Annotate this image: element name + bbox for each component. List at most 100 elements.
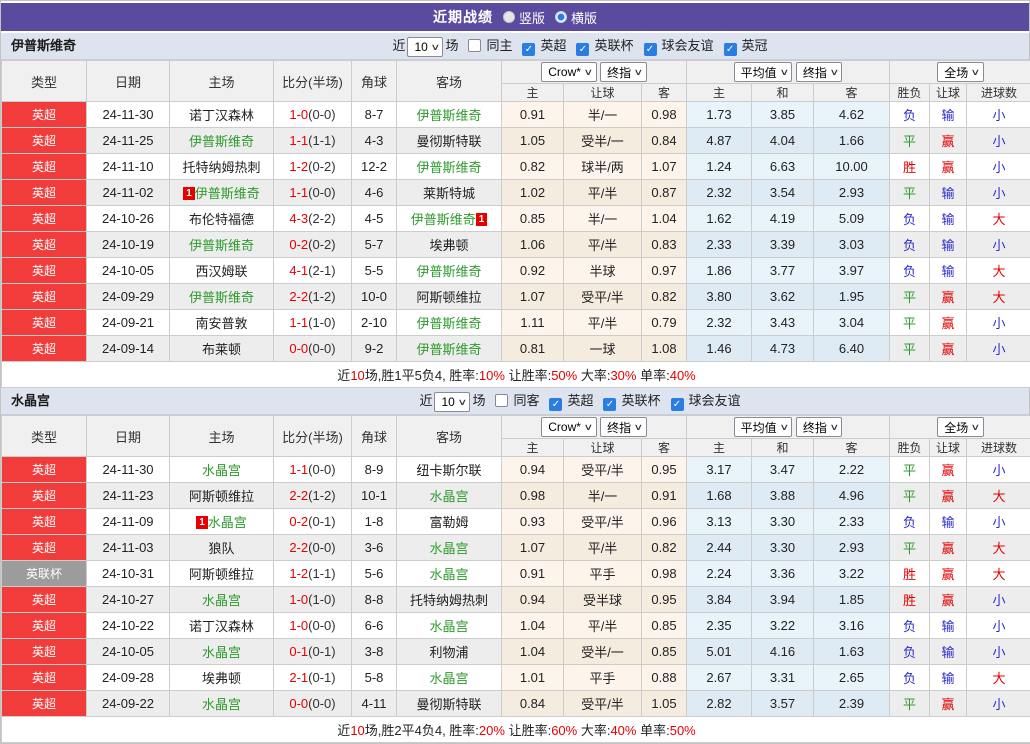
fulltime-score: 2-2 <box>289 488 308 503</box>
league-checkbox[interactable]: ✓ <box>576 43 589 56</box>
avg-draw: 3.22 <box>752 613 814 639</box>
recent-results-panel: 近期战绩 竖版 横版 伊普斯维奇 近10∨场同主✓英超✓英联杯✓球会友谊✓英冠 … <box>0 0 1030 744</box>
league-checkbox[interactable]: ✓ <box>522 43 535 56</box>
col-type: 类型 <box>2 61 87 102</box>
halftime-score: (0-2) <box>308 237 335 252</box>
chevron-down-icon: ∨ <box>457 389 467 415</box>
avg-away: 3.22 <box>814 561 890 587</box>
average-stage-select[interactable]: 终指∨ <box>796 417 843 437</box>
summary-value: 40% <box>610 723 636 738</box>
league-checkbox[interactable]: ✓ <box>603 398 616 411</box>
corner-score: 5-6 <box>352 561 397 587</box>
odds-handicap: 半球 <box>564 258 642 284</box>
recent-count-select-value: 10 <box>414 34 427 60</box>
result-goals: 小 <box>967 639 1030 665</box>
league-checkbox[interactable]: ✓ <box>549 398 562 411</box>
match-type-badge: 英超 <box>2 232 87 258</box>
team-label: 埃弗顿 <box>429 238 468 253</box>
match-type-badge: 英超 <box>2 284 87 310</box>
odds-away: 0.91 <box>642 483 687 509</box>
corner-score: 4-5 <box>352 206 397 232</box>
layout-radio-vertical[interactable]: 竖版 <box>503 8 545 27</box>
sub-col-odds-away: 客 <box>642 439 687 457</box>
match-row: 英超24-10-19伊普斯维奇0-2(0-2)5-7埃弗顿1.06平/半0.83… <box>2 232 1030 258</box>
bookmaker-select[interactable]: Crow*∨ <box>541 62 596 82</box>
radio-unchecked-icon[interactable] <box>503 11 515 23</box>
home-team-cell: 水晶宫 <box>170 691 274 717</box>
team-name: 水晶宫 <box>11 388 50 414</box>
result-goals: 大 <box>967 258 1030 284</box>
result-goals: 小 <box>967 154 1030 180</box>
average-select[interactable]: 平均值∨ <box>734 62 793 82</box>
average-select[interactable]: 平均值∨ <box>734 417 793 437</box>
avg-draw: 4.19 <box>752 206 814 232</box>
bookmaker-select[interactable]: Crow*∨ <box>541 417 596 437</box>
league-checkbox[interactable]: ✓ <box>724 43 737 56</box>
odds-stage-select[interactable]: 终指∨ <box>600 417 647 437</box>
avg-home: 2.33 <box>687 232 752 258</box>
result-goals: 大 <box>967 561 1030 587</box>
odds-stage-select[interactable]: 终指∨ <box>600 62 647 82</box>
layout-radio-horizontal[interactable]: 横版 <box>555 8 597 27</box>
table-header: 类型 日期 主场 比分(半场) 角球 客场 Crow*∨ 终指∨ 平均值∨ 终指… <box>2 416 1030 457</box>
corner-score: 4-3 <box>352 128 397 154</box>
avg-away: 3.97 <box>814 258 890 284</box>
league-checkbox[interactable]: ✓ <box>644 43 657 56</box>
corner-score: 3-8 <box>352 639 397 665</box>
match-type-badge: 英超 <box>2 613 87 639</box>
filter-bar: 近10∨场同主✓英超✓英联杯✓球会友谊✓英冠 <box>1 33 1029 59</box>
result-handicap: 赢 <box>930 154 967 180</box>
fulltime-score: 1-1 <box>289 133 308 148</box>
scope-group-header: 全场∨ <box>890 61 1030 84</box>
halftime-score: (1-1) <box>308 566 335 581</box>
fulltime-score: 1-2 <box>289 566 308 581</box>
team-label: 托特纳姆热刺 <box>182 160 260 175</box>
team-label: 诺丁汉森林 <box>189 619 254 634</box>
same-venue-checkbox[interactable] <box>468 39 481 52</box>
score-cell: 1-0(1-0) <box>274 587 352 613</box>
halftime-score: (0-1) <box>308 670 335 685</box>
title-bar: 近期战绩 竖版 横版 <box>1 3 1029 31</box>
score-cell: 0-0(0-0) <box>274 691 352 717</box>
match-date: 24-10-22 <box>87 613 170 639</box>
chevron-down-icon: ∨ <box>583 67 593 78</box>
avg-draw: 3.39 <box>752 232 814 258</box>
avg-away: 4.62 <box>814 102 890 128</box>
stats-summary: 近10场,胜2平4负4, 胜率:20% 让胜率:60% 大率:40% 单率:50… <box>2 717 1030 743</box>
radio-checked-icon[interactable] <box>555 11 567 23</box>
home-team-cell: 西汉姆联 <box>170 258 274 284</box>
halftime-score: (1-2) <box>308 488 335 503</box>
halftime-score: (0-0) <box>308 540 335 555</box>
match-type-badge: 英超 <box>2 310 87 336</box>
avg-draw: 4.73 <box>752 336 814 362</box>
league-label: 英超 <box>567 393 593 408</box>
corner-score: 9-2 <box>352 336 397 362</box>
team-label: 水晶宫 <box>429 619 468 634</box>
match-row: 英超24-11-021伊普斯维奇1-1(0-0)4-6莱斯特城1.02平/半0.… <box>2 180 1030 206</box>
odds-home: 0.94 <box>502 457 564 483</box>
average-stage-select[interactable]: 终指∨ <box>796 62 843 82</box>
avg-away: 2.93 <box>814 535 890 561</box>
scope-select[interactable]: 全场∨ <box>937 417 984 437</box>
match-row: 英超24-11-091水晶宫0-2(0-1)1-8富勒姆0.93受平/半0.96… <box>2 509 1030 535</box>
recent-count-select[interactable]: 10∨ <box>434 392 470 412</box>
odds-handicap: 球半/两 <box>564 154 642 180</box>
match-row: 英超24-09-29伊普斯维奇2-2(1-2)10-0阿斯顿维拉1.07受平/半… <box>2 284 1030 310</box>
corner-score: 8-7 <box>352 102 397 128</box>
home-team-cell: 水晶宫 <box>170 587 274 613</box>
home-team-cell: 阿斯顿维拉 <box>170 561 274 587</box>
team-label: 诺丁汉森林 <box>189 108 254 123</box>
away-team-cell: 伊普斯维奇1 <box>397 206 502 232</box>
scope-select[interactable]: 全场∨ <box>937 62 984 82</box>
sub-col-result: 胜负 <box>890 439 930 457</box>
score-cell: 0-0(0-0) <box>274 336 352 362</box>
odds-away: 0.79 <box>642 310 687 336</box>
league-label: 英联杯 <box>621 393 660 408</box>
avg-away: 1.66 <box>814 128 890 154</box>
league-checkbox[interactable]: ✓ <box>671 398 684 411</box>
halftime-score: (0-0) <box>308 185 335 200</box>
avg-away: 2.22 <box>814 457 890 483</box>
same-venue-checkbox[interactable] <box>495 394 508 407</box>
recent-count-select[interactable]: 10∨ <box>407 37 443 57</box>
chevron-down-icon: ∨ <box>971 422 981 433</box>
